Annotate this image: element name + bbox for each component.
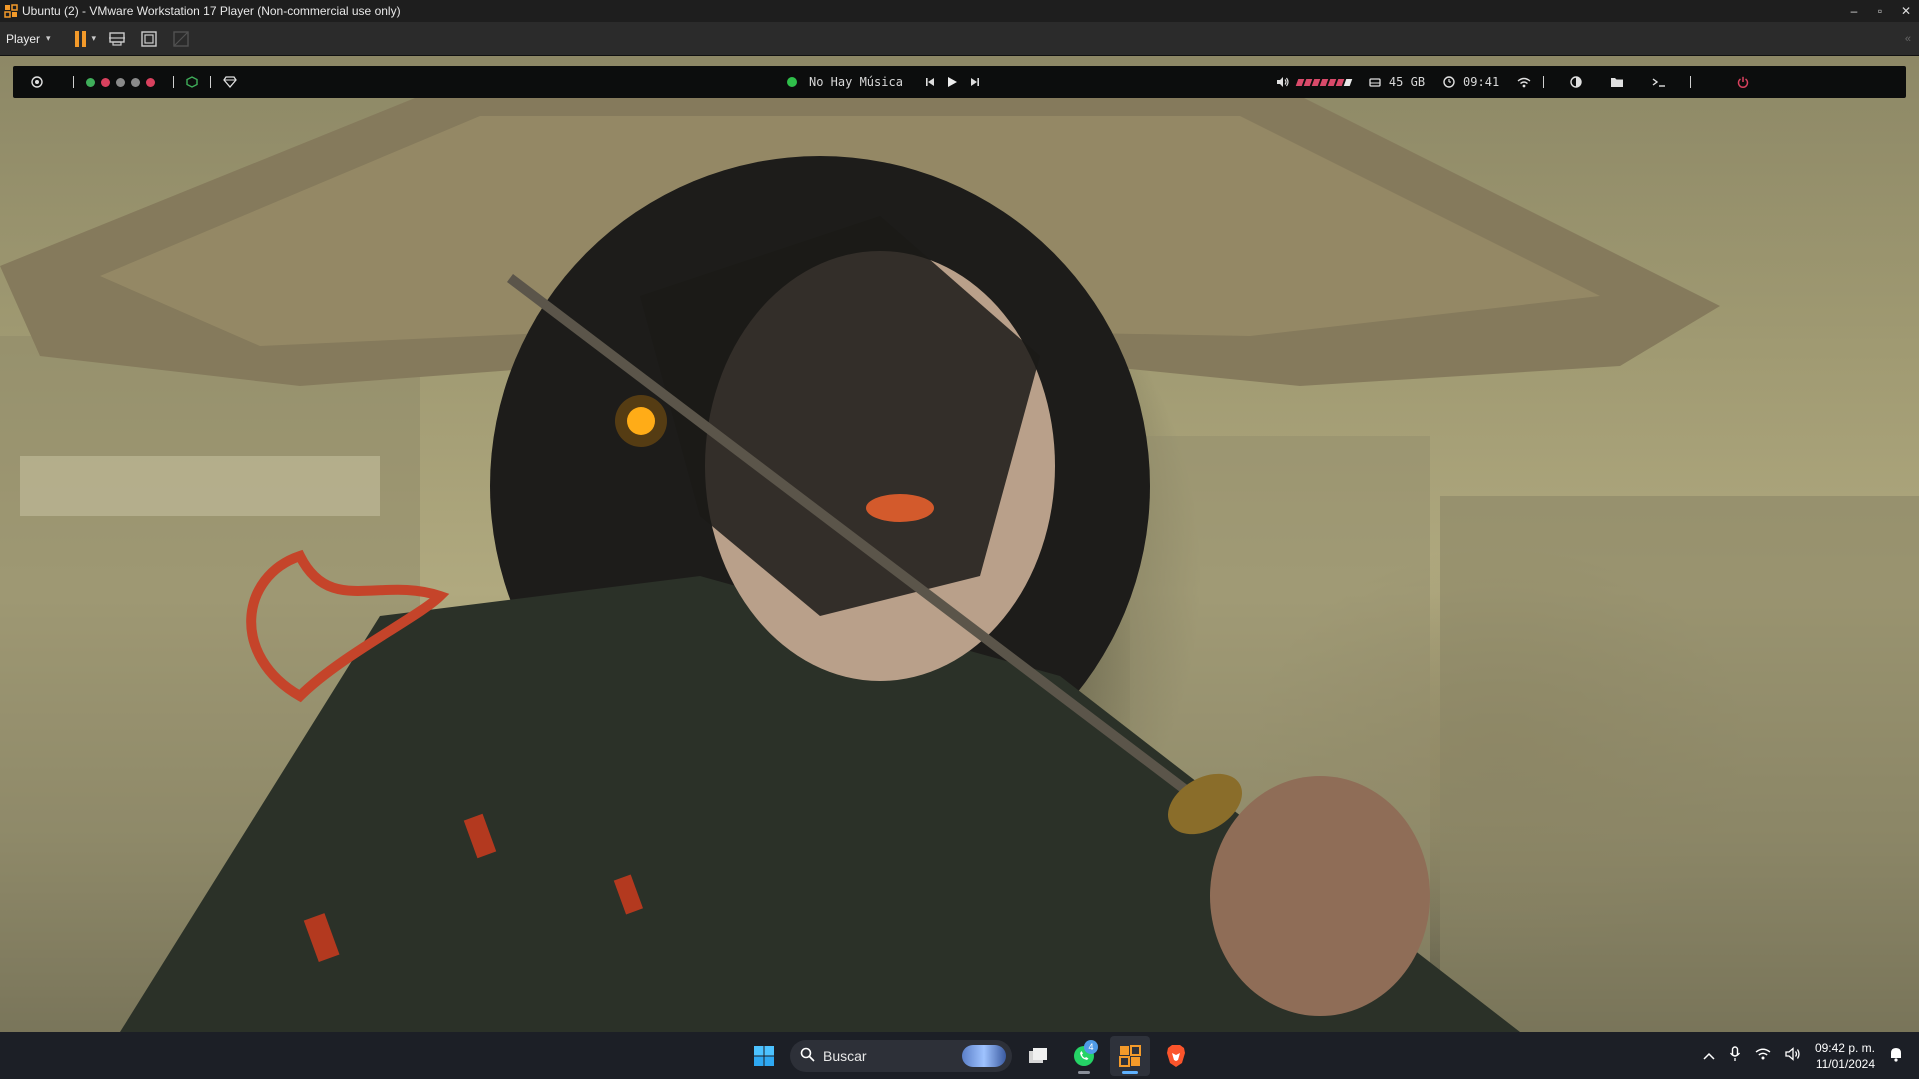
brave-browser-icon bbox=[1167, 1044, 1185, 1067]
workspace-indicators bbox=[86, 77, 161, 87]
menu-launcher-icon[interactable] bbox=[31, 76, 43, 88]
minimize-button[interactable]: – bbox=[1841, 0, 1867, 22]
workspace-2-icon[interactable] bbox=[101, 77, 110, 87]
disk-icon bbox=[1369, 77, 1381, 88]
clock-icon bbox=[1443, 76, 1455, 88]
volume-icon[interactable] bbox=[1276, 76, 1289, 88]
unity-mode-icon[interactable] bbox=[170, 28, 192, 50]
clock-time: 09:42 p. m. bbox=[1814, 1040, 1875, 1055]
workspace-3-icon[interactable] bbox=[116, 77, 125, 87]
terminal-icon[interactable] bbox=[1652, 76, 1666, 88]
panel-separator bbox=[173, 76, 174, 88]
clock-date: 11/01/2024 bbox=[1815, 1056, 1875, 1071]
volume-segment bbox=[1303, 78, 1313, 86]
volume-level-bar[interactable] bbox=[1295, 78, 1353, 86]
network-wifi-icon[interactable] bbox=[1755, 1048, 1771, 1063]
task-view-icon bbox=[1029, 1047, 1047, 1063]
vmware-icon bbox=[1119, 1044, 1141, 1067]
guest-desktop: No Hay Música 45 GB 09:41 bbox=[0, 56, 1919, 1032]
panel-separator bbox=[1690, 76, 1692, 88]
search-placeholder: Buscar bbox=[823, 1047, 867, 1064]
notification-count-badge: 4 bbox=[1084, 1039, 1098, 1054]
disk-usage-label: 45 GB bbox=[1388, 75, 1426, 89]
search-icon bbox=[800, 1047, 815, 1065]
wifi-icon[interactable] bbox=[1517, 77, 1531, 88]
theme-toggle-icon[interactable] bbox=[1570, 76, 1582, 88]
collapse-toolbar-icon[interactable]: « bbox=[1905, 33, 1911, 45]
workspace-4-icon[interactable] bbox=[131, 77, 140, 87]
volume-segment bbox=[1343, 78, 1353, 86]
maximize-button[interactable]: ▫ bbox=[1867, 0, 1893, 22]
player-menu-label: Player bbox=[6, 31, 41, 46]
pause-options-caret[interactable]: ▾ bbox=[92, 33, 97, 44]
panel-separator bbox=[73, 76, 74, 88]
speaker-volume-icon[interactable] bbox=[1785, 1047, 1801, 1064]
power-icon[interactable] bbox=[1737, 76, 1749, 88]
show-hidden-icons-chevron-icon[interactable] bbox=[1703, 1049, 1715, 1063]
player-toolbar: Player ▾ ▾ « bbox=[0, 22, 1919, 56]
package-icon[interactable] bbox=[186, 76, 198, 88]
whatsapp-taskbar-button[interactable]: 4 bbox=[1064, 1036, 1104, 1076]
wallpaper-image bbox=[0, 96, 1919, 1032]
taskbar-search-box[interactable]: Buscar bbox=[790, 1039, 1012, 1072]
taskbar-clock[interactable]: 09:42 p. m. 11/01/2024 bbox=[1815, 1040, 1875, 1072]
chevron-down-icon: ▾ bbox=[46, 33, 51, 43]
panel-time-label: 09:41 bbox=[1463, 75, 1500, 89]
vmware-title-bar: Ubuntu (2) - VMware Workstation 17 Playe… bbox=[0, 0, 1919, 22]
taskbar-center: Buscar 4 bbox=[744, 1032, 1196, 1079]
volume-segment bbox=[1335, 78, 1345, 86]
music-module[interactable]: No Hay Música bbox=[787, 75, 903, 89]
system-tray: 09:42 p. m. 11/01/2024 bbox=[1703, 1032, 1903, 1079]
music-status-icon bbox=[787, 77, 797, 87]
file-manager-icon[interactable] bbox=[1610, 76, 1624, 88]
close-button[interactable]: ✕ bbox=[1893, 0, 1919, 22]
music-label: No Hay Música bbox=[809, 75, 903, 89]
notification-bell-icon[interactable] bbox=[1889, 1046, 1903, 1065]
volume-segment bbox=[1295, 78, 1305, 86]
volume-segment bbox=[1327, 78, 1337, 86]
panel-separator bbox=[1543, 76, 1545, 88]
workspace-1-icon[interactable] bbox=[86, 77, 95, 87]
windows-logo-icon bbox=[754, 1045, 774, 1066]
full-screen-icon[interactable] bbox=[138, 28, 160, 50]
player-menu-button[interactable]: Player ▾ bbox=[0, 32, 57, 46]
brave-taskbar-button[interactable] bbox=[1156, 1036, 1196, 1076]
volume-segment bbox=[1311, 78, 1321, 86]
search-highlight-image bbox=[962, 1044, 1006, 1067]
pause-button[interactable] bbox=[74, 30, 86, 47]
running-indicator bbox=[1122, 1070, 1138, 1074]
window-controls: – ▫ ✕ bbox=[1841, 0, 1919, 22]
play-icon[interactable] bbox=[947, 76, 958, 88]
next-track-icon[interactable] bbox=[970, 77, 980, 87]
volume-segment bbox=[1319, 78, 1329, 86]
running-indicator bbox=[1078, 1070, 1090, 1074]
vmware-taskbar-button[interactable] bbox=[1110, 1035, 1150, 1076]
diamond-icon[interactable] bbox=[223, 76, 237, 88]
start-button[interactable] bbox=[744, 1036, 784, 1076]
previous-track-icon[interactable] bbox=[925, 77, 935, 87]
send-ctrl-alt-del-icon[interactable] bbox=[106, 28, 128, 50]
microphone-icon[interactable] bbox=[1729, 1046, 1741, 1065]
task-view-button[interactable] bbox=[1018, 1036, 1058, 1076]
window-title: Ubuntu (2) - VMware Workstation 17 Playe… bbox=[22, 4, 401, 18]
windows-taskbar: Buscar 4 09:42 p. m. 11/01/2024 bbox=[0, 1032, 1919, 1079]
top-status-panel: No Hay Música 45 GB 09:41 bbox=[13, 66, 1906, 98]
panel-separator bbox=[210, 76, 211, 88]
workspace-5-icon[interactable] bbox=[146, 77, 155, 87]
vmware-logo-icon bbox=[4, 4, 18, 18]
